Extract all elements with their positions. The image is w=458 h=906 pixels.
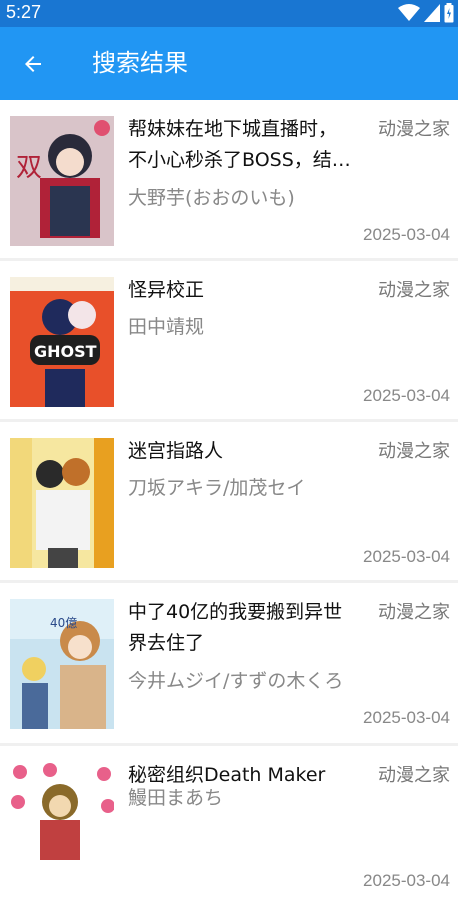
source-label: 动漫之家 (378, 280, 450, 301)
comic-cover: 双 (10, 116, 114, 246)
comic-cover: 40億 (10, 599, 114, 729)
comic-title: 迷宫指路人 (128, 440, 224, 462)
result-card[interactable]: 40億 中了40亿的我要搬到异世 界去住了 动漫之家 今井ムジイ/すずの木くろ 2… (0, 583, 458, 743)
status-icons (398, 3, 454, 23)
svg-text:双: 双 (16, 153, 42, 183)
comic-title: 帮妹妹在地下城直播时， 不小心秒杀了BOSS，结… (128, 118, 351, 171)
svg-text:GHOST: GHOST (34, 342, 97, 361)
result-card[interactable]: GHOST 怪异校正 动漫之家 田中靖规 2025-03-04 (0, 261, 458, 419)
source-label: 动漫之家 (378, 602, 450, 623)
source-label: 动漫之家 (378, 441, 450, 462)
result-list: 双 帮妹妹在地下城直播时， 不小心秒杀了BOSS，结… 动漫之家 大野芋(おおのい… (0, 100, 458, 906)
comic-author: 大野芋(おおのいも) (128, 187, 295, 209)
comic-author: 鰻田まあち (128, 787, 224, 809)
signal-icon (424, 4, 440, 22)
battery-icon (444, 3, 454, 23)
result-card[interactable]: 秘密组织Death Maker 动漫之家 鰻田まあち 2025-03-04 (0, 746, 458, 906)
update-date: 2025-03-04 (363, 225, 450, 244)
status-bar: 5:27 (0, 0, 458, 27)
update-date: 2025-03-04 (363, 871, 450, 890)
update-date: 2025-03-04 (363, 547, 450, 566)
result-card[interactable]: 迷宫指路人 动漫之家 刀坂アキラ/加茂セイ 2025-03-04 (0, 422, 458, 580)
comic-title: 中了40亿的我要搬到异世 界去住了 (128, 601, 343, 654)
svg-text:40億: 40億 (50, 616, 77, 630)
result-card[interactable]: 双 帮妹妹在地下城直播时， 不小心秒杀了BOSS，结… 动漫之家 大野芋(おおのい… (0, 100, 458, 258)
comic-author: 田中靖规 (128, 316, 205, 338)
back-button[interactable] (14, 45, 52, 83)
wifi-icon (398, 4, 420, 21)
status-time: 5:27 (6, 2, 42, 22)
comic-cover (10, 762, 114, 892)
app-bar: 搜索结果 (0, 27, 458, 100)
page-title: 搜索结果 (92, 49, 188, 77)
update-date: 2025-03-04 (363, 708, 450, 727)
comic-author: 今井ムジイ/すずの木くろ (128, 670, 344, 692)
comic-cover: GHOST (10, 277, 114, 407)
comic-cover (10, 438, 114, 568)
source-label: 动漫之家 (378, 119, 450, 140)
update-date: 2025-03-04 (363, 386, 450, 405)
comic-title: 怪异校正 (128, 279, 205, 301)
comic-author: 刀坂アキラ/加茂セイ (128, 477, 306, 499)
arrow-left-icon (25, 56, 41, 72)
